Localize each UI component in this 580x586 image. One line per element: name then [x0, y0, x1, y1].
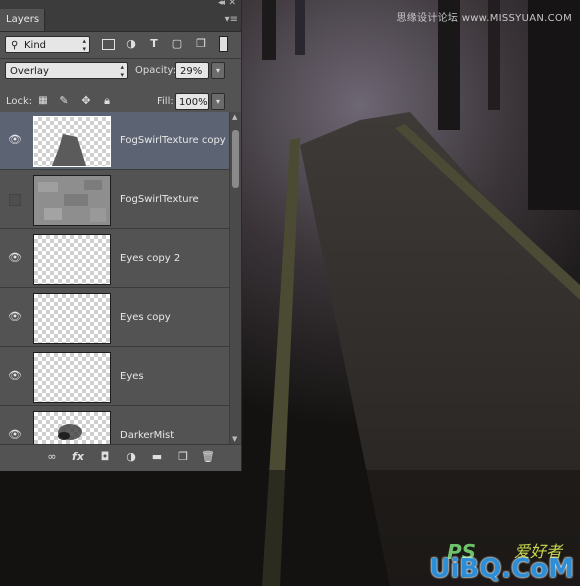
layer-thumbnail: [33, 352, 111, 403]
new-layer-icon[interactable]: ❐: [175, 450, 191, 464]
layers-panel: ◂◂ ✕ Layers ▾≡ ⚲ Kind ▴ ▾ ◑ T ▢ ❐ Overlay…: [0, 0, 242, 471]
layer-thumbnail: [33, 411, 111, 444]
watermark-bottom: PS 爱好者 UiBQ.CoM: [429, 540, 574, 584]
lock-position-icon[interactable]: ✥: [79, 94, 93, 108]
filter-row: ⚲ Kind ▴ ▾ ◑ T ▢ ❐: [0, 32, 241, 60]
layers-bottom-toolbar: ∞ fx ◘ ◑ ▬ ❐ 🗑: [0, 444, 241, 471]
blend-mode-select[interactable]: Overlay ▴ ▾: [5, 62, 128, 79]
scrollbar-thumb[interactable]: [232, 130, 239, 188]
image-filter-icon[interactable]: [101, 37, 115, 51]
layer-thumbnail: [33, 116, 111, 167]
noise-texture-thumbnail: [34, 176, 110, 225]
visibility-eye-icon[interactable]: 👁︎: [8, 429, 22, 441]
lock-label: Lock:: [6, 96, 33, 107]
lock-all-icon[interactable]: 🔒︎: [100, 94, 114, 108]
lock-transparent-pixels-icon[interactable]: ▦: [36, 94, 50, 108]
blend-mode-value: Overlay: [10, 66, 49, 77]
scroll-down-icon[interactable]: ▼: [232, 435, 237, 443]
layer-list: 👁︎ FogSwirlTexture copy FogSwirlTexture …: [0, 112, 229, 444]
blend-row: Overlay ▴ ▾ Opacity: 29% ▾: [0, 60, 241, 88]
layer-name: Eyes copy: [120, 312, 171, 323]
divider: [0, 58, 241, 59]
adjustment-layer-icon[interactable]: ◑: [123, 450, 139, 464]
filter-kind-select[interactable]: ⚲ Kind ▴ ▾: [5, 36, 90, 53]
visibility-eye-icon[interactable]: 👁︎: [8, 311, 22, 323]
fill-value: 100%: [179, 97, 208, 108]
link-layers-icon[interactable]: ∞: [44, 450, 60, 464]
tab-layers[interactable]: Layers: [0, 9, 45, 31]
opacity-input[interactable]: 29%: [175, 62, 209, 79]
scroll-up-icon[interactable]: ▲: [232, 113, 237, 121]
panel-menu-icon[interactable]: ▾≡: [225, 14, 238, 25]
watermark-top: 思缘设计论坛 www.MISSYUAN.COM: [396, 13, 572, 24]
layer-row[interactable]: 👁︎ Eyes: [0, 348, 229, 406]
layer-thumbnail: [33, 293, 111, 344]
filter-kind-label: Kind: [24, 40, 47, 51]
layer-row[interactable]: 👁︎ FogSwirlTexture copy: [0, 112, 229, 170]
visibility-eye-icon[interactable]: 👁︎: [8, 134, 22, 146]
layer-thumbnail: [33, 234, 111, 285]
opacity-value: 29%: [180, 66, 203, 77]
shape-filter-icon[interactable]: ▢: [170, 37, 184, 51]
chevron-updown-icon: ▴ ▾: [82, 37, 86, 53]
panel-tab-bar: Layers ▾≡: [0, 9, 241, 32]
layer-name: DarkerMist: [120, 430, 175, 441]
opacity-dropdown-button[interactable]: ▾: [211, 62, 225, 79]
panel-title-strip: ◂◂ ✕: [0, 0, 241, 9]
visibility-off-checkbox[interactable]: [9, 194, 21, 206]
chevron-updown-icon: ▴ ▾: [120, 63, 124, 79]
fill-label: Fill:: [157, 96, 174, 107]
layer-name: Eyes copy 2: [120, 253, 181, 264]
layer-row[interactable]: FogSwirlTexture: [0, 171, 229, 229]
watermark-url: UiBQ.CoM: [429, 554, 574, 584]
type-filter-icon[interactable]: T: [147, 37, 161, 51]
lock-image-pixels-icon[interactable]: ✎: [57, 94, 71, 108]
collapse-panel-icon[interactable]: ◂◂: [218, 0, 225, 8]
fx-icon[interactable]: fx: [70, 450, 86, 464]
visibility-eye-icon[interactable]: 👁︎: [8, 252, 22, 264]
filter-toggle-switch[interactable]: [219, 36, 228, 52]
dark-shape-thumbnail: [52, 134, 86, 166]
fill-dropdown-button[interactable]: ▾: [211, 93, 225, 110]
layer-list-scrollbar[interactable]: ▲ ▼: [229, 112, 241, 444]
layer-name: FogSwirlTexture: [120, 194, 199, 205]
close-panel-icon[interactable]: ✕: [228, 0, 236, 8]
search-icon: ⚲: [11, 40, 19, 51]
visibility-eye-icon[interactable]: 👁︎: [8, 370, 22, 382]
adjustment-filter-icon[interactable]: ◑: [124, 37, 138, 51]
layer-thumbnail: [33, 175, 111, 226]
delete-layer-icon[interactable]: 🗑: [200, 450, 216, 464]
layer-row[interactable]: 👁︎ DarkerMist: [0, 407, 229, 444]
fill-input[interactable]: 100%: [175, 93, 209, 110]
layer-name: Eyes: [120, 371, 144, 382]
layer-name: FogSwirlTexture copy: [120, 135, 226, 146]
add-mask-icon[interactable]: ◘: [97, 450, 113, 464]
opacity-label: Opacity:: [135, 65, 177, 76]
layer-row[interactable]: 👁︎ Eyes copy: [0, 289, 229, 347]
mist-thumbnail: [58, 424, 82, 440]
new-group-icon[interactable]: ▬: [149, 450, 165, 464]
smart-object-filter-icon[interactable]: ❐: [194, 37, 208, 51]
layer-row[interactable]: 👁︎ Eyes copy 2: [0, 230, 229, 288]
